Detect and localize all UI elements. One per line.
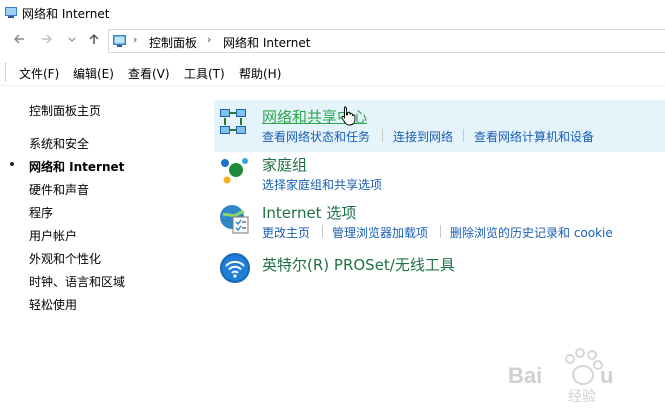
breadcrumb-network-internet[interactable]: 网络和 Internet	[223, 34, 310, 51]
network-folder-icon	[4, 5, 18, 22]
hand-cursor-icon	[340, 106, 356, 129]
breadcrumb-control-panel[interactable]: 控制面板	[149, 34, 197, 51]
window-title: 网络和 Internet	[22, 7, 110, 21]
link-divider	[322, 225, 323, 238]
svg-text:经验: 经验	[568, 389, 596, 405]
sidebar-item-hardware-sound[interactable]: 硬件和声音	[29, 181, 89, 198]
menu-file[interactable]: 文件(F)	[19, 65, 59, 82]
back-arrow-icon[interactable]	[10, 32, 28, 50]
sidebar-item-user-accounts[interactable]: 用户帐户	[29, 227, 77, 244]
sidebar-item-network-internet[interactable]: 网络和 Internet	[29, 158, 124, 175]
menu-tools[interactable]: 工具(T)	[184, 65, 225, 82]
menu-view[interactable]: 查看(V)	[128, 65, 170, 82]
active-indicator	[10, 162, 14, 166]
forward-arrow-icon[interactable]	[38, 32, 56, 50]
breadcrumb-separator[interactable]: ›	[133, 33, 137, 46]
breadcrumb-separator[interactable]: ›	[207, 33, 211, 46]
network-sharing-icon[interactable]	[219, 106, 249, 141]
internet-options-icon[interactable]	[219, 203, 251, 238]
sidebar-item-ease-of-access[interactable]: 轻松使用	[29, 296, 77, 313]
link-homegroup-options[interactable]: 选择家庭组和共享选项	[262, 176, 382, 193]
link-change-homepage[interactable]: 更改主页	[262, 224, 310, 241]
link-divider	[463, 129, 464, 142]
sidebar-item-appearance[interactable]: 外观和个性化	[29, 250, 101, 267]
homegroup-icon[interactable]	[219, 155, 249, 188]
control-panel-icon	[112, 33, 128, 52]
link-divider	[440, 225, 441, 238]
link-delete-history[interactable]: 删除浏览的历史记录和 cookie	[450, 224, 613, 241]
svg-text:u: u	[600, 363, 613, 388]
menu-edit[interactable]: 编辑(E)	[73, 65, 114, 82]
category-intel-proset-wireless[interactable]: 英特尔(R) PROSet/无线工具	[262, 254, 455, 275]
category-internet-options[interactable]: Internet 选项	[262, 202, 356, 223]
address-bar[interactable]: › 控制面板 › 网络和 Internet	[108, 29, 665, 53]
menu-help[interactable]: 帮助(H)	[239, 65, 281, 82]
sidebar-item-clock-region[interactable]: 时钟、语言和区域	[29, 273, 125, 290]
svg-text:Bai: Bai	[508, 363, 542, 388]
link-view-network-computers[interactable]: 查看网络计算机和设备	[474, 128, 594, 145]
up-arrow-icon[interactable]	[85, 32, 103, 50]
menu-grip	[5, 63, 7, 81]
navigation-bar: › 控制面板 › 网络和 Internet	[0, 26, 665, 56]
sidebar-home[interactable]: 控制面板主页	[29, 102, 101, 119]
menu-bar: 文件(F) 编辑(E) 查看(V) 工具(T) 帮助(H)	[0, 59, 665, 86]
category-homegroup[interactable]: 家庭组	[262, 154, 307, 175]
link-view-network-status[interactable]: 查看网络状态和任务	[262, 128, 370, 145]
link-manage-addons[interactable]: 管理浏览器加载项	[332, 224, 428, 241]
link-divider	[382, 129, 383, 142]
wifi-icon[interactable]	[219, 252, 251, 287]
sidebar-item-programs[interactable]: 程序	[29, 204, 53, 221]
title-bar: 网络和 Internet	[0, 0, 665, 26]
baidu-watermark: Bai u 经验	[508, 345, 658, 405]
link-connect-network[interactable]: 连接到网络	[393, 128, 453, 145]
sidebar-item-system-security[interactable]: 系统和安全	[29, 135, 89, 152]
chevron-down-icon[interactable]	[63, 32, 81, 50]
